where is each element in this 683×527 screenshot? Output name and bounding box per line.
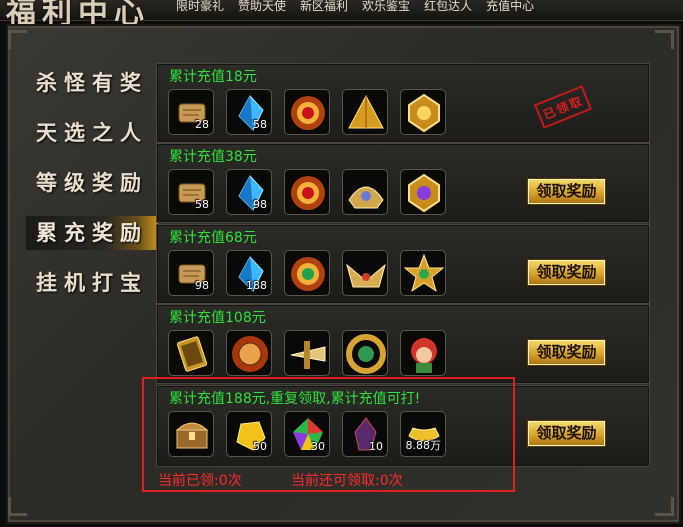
gold-medal-icon[interactable] bbox=[400, 89, 446, 135]
sidebar-item-monster-reward[interactable]: 杀怪有奖 bbox=[26, 66, 158, 100]
dark-crystal-icon[interactable]: 10 bbox=[342, 411, 388, 457]
tab-recharge-center[interactable]: 充值中心 bbox=[486, 0, 534, 14]
blue-crystal-icon[interactable]: 58 bbox=[226, 89, 272, 135]
winged-gold-crest-icon[interactable] bbox=[342, 250, 388, 296]
tab-red-packet[interactable]: 红包达人 bbox=[424, 0, 472, 14]
blue-crystal-icon[interactable]: 188 bbox=[226, 250, 272, 296]
blue-crystal-icon[interactable]: 98 bbox=[226, 169, 272, 215]
scroll-icon[interactable]: 58 bbox=[168, 169, 214, 215]
frame-corner bbox=[655, 497, 674, 516]
claim-reward-button[interactable]: 领取奖励 bbox=[527, 420, 606, 447]
frame-corner bbox=[8, 30, 27, 49]
gold-ingot-icon[interactable]: 8.88万 bbox=[400, 411, 446, 457]
scroll-icon[interactable]: 98 bbox=[168, 250, 214, 296]
rainbow-gem-icon[interactable]: 30 bbox=[284, 411, 330, 457]
golden-weapon-icon[interactable] bbox=[284, 330, 330, 376]
golden-shoulder-armor-icon[interactable] bbox=[342, 169, 388, 215]
reward-tier-title: 累计充值38元 bbox=[169, 149, 257, 165]
reward-row: 累计充值38元 58 98 领取奖励 bbox=[156, 143, 650, 223]
scroll-icon[interactable]: 28 bbox=[168, 89, 214, 135]
tab-sponsor-angel[interactable]: 赞助天使 bbox=[238, 0, 286, 14]
reward-tier-title: 累计充值108元 bbox=[169, 310, 266, 326]
tab-new-server-welfare[interactable]: 新区福利 bbox=[300, 0, 348, 14]
tab-treasure-appraisal[interactable]: 欢乐鉴宝 bbox=[362, 0, 410, 14]
frame-corner bbox=[655, 30, 674, 49]
sidebar-item-level-reward[interactable]: 等级奖励 bbox=[26, 166, 158, 200]
reward-tier-title: 累计充值18元 bbox=[169, 69, 257, 85]
reward-row: 累计充值18元 28 58 已领取 bbox=[156, 63, 650, 143]
gold-nugget-icon[interactable]: 50 bbox=[226, 411, 272, 457]
reward-row: 累计充值68元 98 188 领取奖励 bbox=[156, 224, 650, 304]
green-gold-ring-icon[interactable] bbox=[342, 330, 388, 376]
fire-red-gem-icon[interactable] bbox=[284, 89, 330, 135]
sidebar-item-chosen-one[interactable]: 天选之人 bbox=[26, 116, 158, 150]
reward-tier-title: 累计充值188元,重复领取,累计充值可打! bbox=[169, 391, 421, 407]
treasure-chest-icon[interactable] bbox=[168, 411, 214, 457]
purple-gem-gold-medal-icon[interactable] bbox=[400, 169, 446, 215]
claim-reward-button[interactable]: 领取奖励 bbox=[527, 339, 606, 366]
sidebar-item-afk-loot[interactable]: 挂机打宝 bbox=[26, 266, 158, 300]
claim-reward-button[interactable]: 领取奖励 bbox=[527, 178, 606, 205]
reward-row: 累计充值188元,重复领取,累计充值可打! 50 30 10 8.88万 领取奖… bbox=[156, 385, 650, 467]
frame-corner bbox=[8, 497, 27, 516]
golden-star-medal-icon[interactable] bbox=[400, 250, 446, 296]
fire-red-gem-icon[interactable] bbox=[284, 169, 330, 215]
fire-medal-icon[interactable] bbox=[226, 330, 272, 376]
golden-pyramid-icon[interactable] bbox=[342, 89, 388, 135]
tab-limited-gift[interactable]: 限时豪礼 bbox=[176, 0, 224, 14]
top-tabs: 限时豪礼 赞助天使 新区福利 欢乐鉴宝 红包达人 充值中心 bbox=[176, 0, 534, 14]
sidebar-item-cumulative-recharge[interactable]: 累充奖励 bbox=[26, 216, 158, 250]
red-hair-pet-icon[interactable] bbox=[400, 330, 446, 376]
claim-reward-button[interactable]: 领取奖励 bbox=[527, 259, 606, 286]
fire-green-gem-icon[interactable] bbox=[284, 250, 330, 296]
reward-tier-title: 累计充值68元 bbox=[169, 230, 257, 246]
reward-row: 累计充值108元 领取奖励 bbox=[156, 304, 650, 384]
claimed-stamp: 已领取 bbox=[534, 85, 592, 129]
claimed-count: 当前已领:0次 bbox=[158, 473, 242, 489]
golden-book-icon[interactable] bbox=[168, 330, 214, 376]
remaining-count: 当前还可领取:0次 bbox=[291, 473, 403, 489]
